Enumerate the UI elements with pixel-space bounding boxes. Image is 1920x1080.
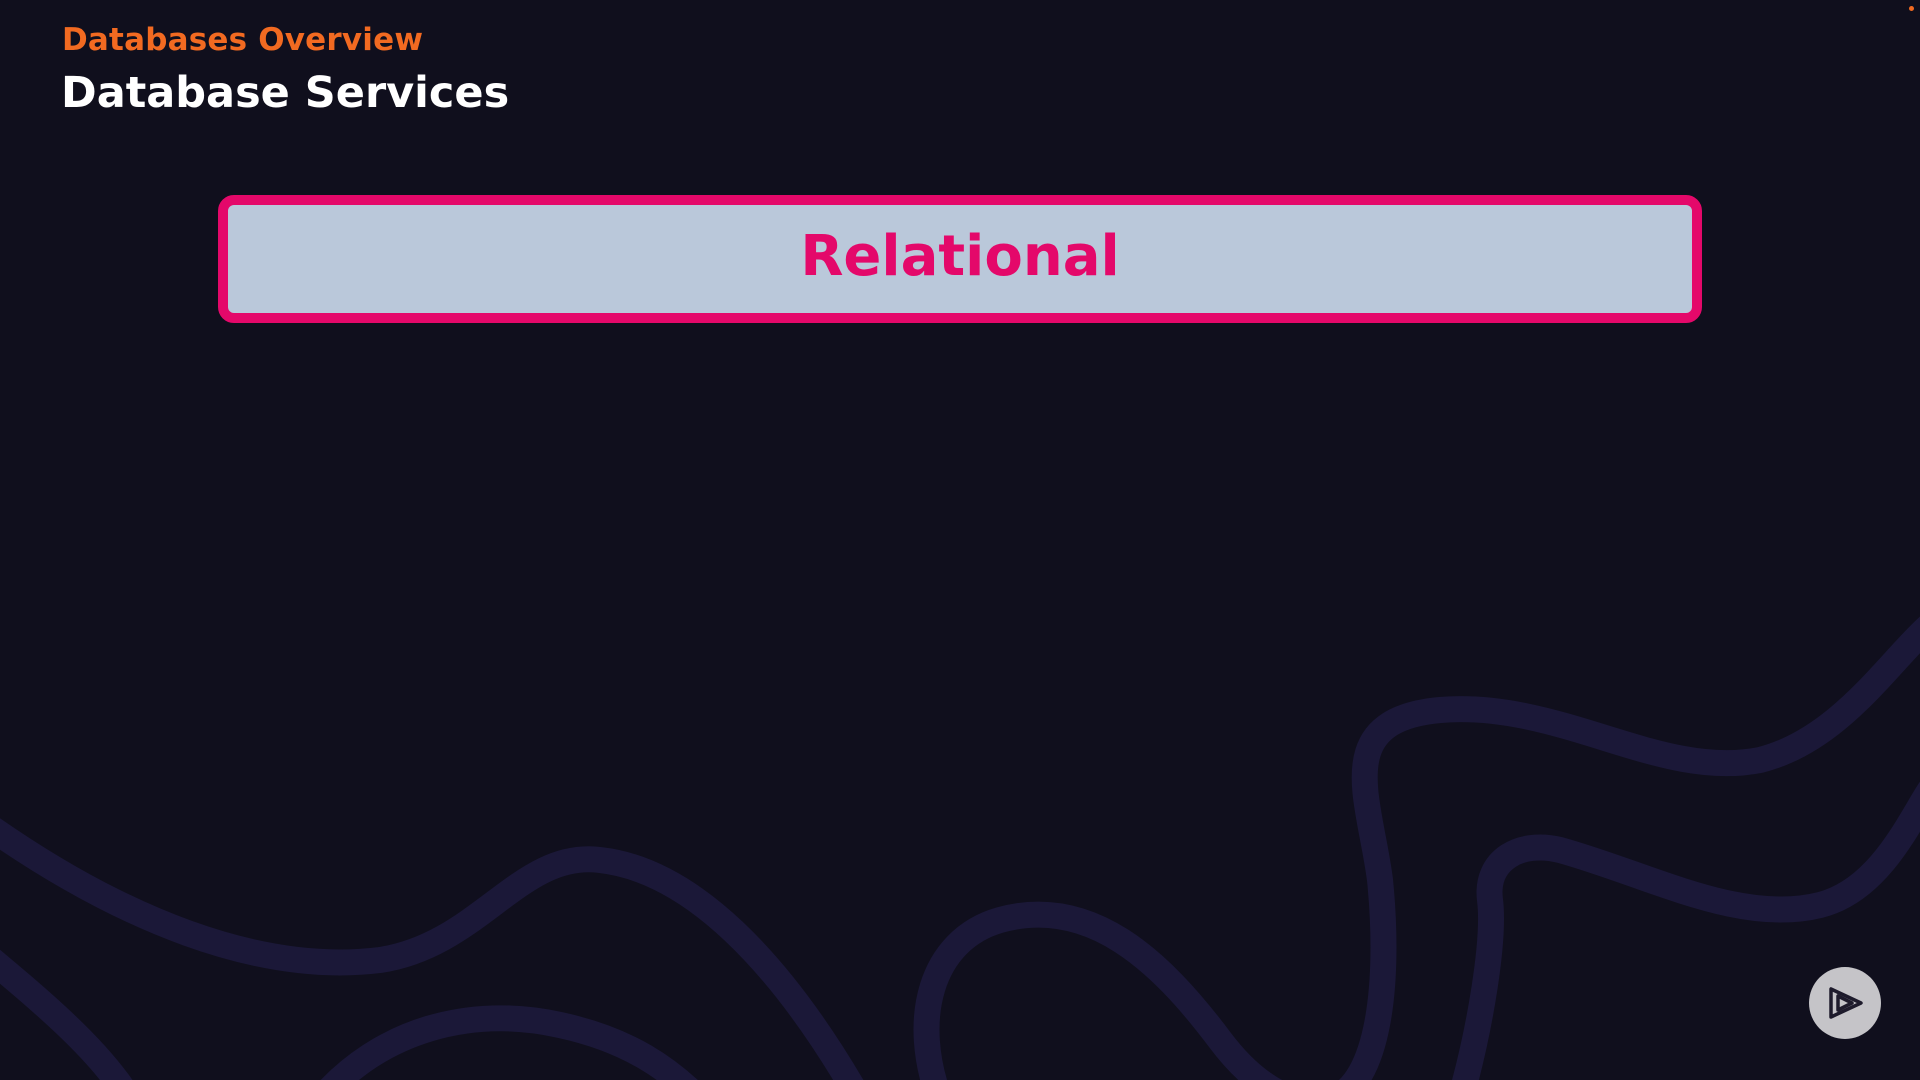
category-box-relational: Relational [218,195,1702,323]
section-eyebrow: Databases Overview [62,22,424,58]
corner-dot [1909,6,1914,11]
play-triangle-icon [1829,987,1863,1019]
background-wave-lines [0,616,1920,1080]
wave-line-3 [320,1005,698,1080]
wave-line-4 [913,616,1920,1080]
wave-line-1 [0,818,864,1080]
page-title: Database Services [61,68,510,118]
play-logo-icon [1809,967,1881,1039]
category-label: Relational [800,223,1120,289]
wave-line-2 [0,949,133,1080]
